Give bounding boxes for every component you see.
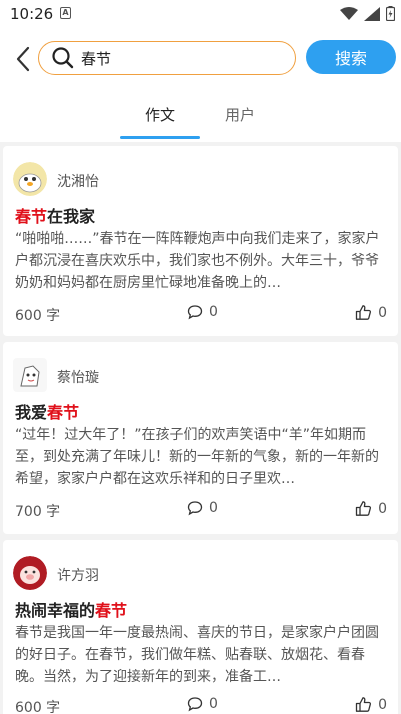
like-button[interactable]: 0 <box>355 696 387 713</box>
status-icons <box>340 6 395 21</box>
author-name[interactable]: 许方羽 <box>57 565 99 585</box>
author-avatar[interactable] <box>13 358 47 392</box>
comment-button[interactable]: 0 <box>187 696 218 712</box>
comment-button[interactable]: 0 <box>187 304 218 320</box>
article-footer: 600 字 0 0 <box>15 695 387 714</box>
tab-bar: 作文 用户 <box>0 90 401 142</box>
search-icon <box>52 47 74 69</box>
sim-icon: A <box>60 7 71 19</box>
like-button[interactable]: 0 <box>355 500 387 517</box>
article-title[interactable]: 我爱春节 <box>15 399 79 423</box>
word-count: 600 字 <box>15 700 61 714</box>
comment-icon <box>187 501 203 516</box>
like-count: 0 <box>378 500 387 517</box>
title-keyword-highlight: 春节 <box>47 403 80 422</box>
article-excerpt: “过年！过大年了！”在孩子们的欢声笑语中“羊”年如期而至，到处充满了年味儿！新的… <box>15 427 379 487</box>
thumbs-up-icon <box>355 305 372 320</box>
word-count: 700 字 <box>15 504 61 520</box>
battery-icon <box>386 6 395 21</box>
title-keyword-highlight: 春节 <box>15 207 48 226</box>
title-text: 我爱 <box>15 403 48 422</box>
article-excerpt: “啪啪啪……”春节在一阵阵鞭炮声中向我们走来了，家家户户都沉浸在喜庆欢乐中，我们… <box>15 231 380 291</box>
author-name[interactable]: 蔡怡璇 <box>57 367 99 387</box>
comment-icon <box>187 697 203 712</box>
article-footer: 700 字 0 0 <box>15 499 387 521</box>
search-input[interactable] <box>81 48 281 68</box>
word-count: 600 字 <box>15 308 61 324</box>
signal-icon <box>364 6 380 21</box>
like-count: 0 <box>378 304 387 321</box>
comment-button[interactable]: 0 <box>187 500 218 516</box>
author-avatar[interactable] <box>13 556 47 590</box>
search-button[interactable]: 搜索 <box>306 40 396 74</box>
wifi-icon <box>340 6 358 20</box>
chevron-left-icon <box>16 46 30 72</box>
article-card[interactable]: 蔡怡璇 我爱春节 “过年！过大年了！”在孩子们的欢声笑语中“羊”年如期而至，到处… <box>3 342 398 534</box>
article-footer: 600 字 0 0 <box>15 303 387 325</box>
thumbs-up-icon <box>355 501 372 516</box>
title-text: 在我家 <box>47 207 96 226</box>
like-count: 0 <box>378 696 387 713</box>
comment-count: 0 <box>209 696 218 712</box>
comment-count: 0 <box>209 500 218 516</box>
back-button[interactable] <box>10 44 36 74</box>
tab-essays[interactable]: 作文 <box>145 104 175 125</box>
article-excerpt: 春节是我国一年一度最热闹、喜庆的节日，是家家户户团圆的好日子。在春节，我们做年糕… <box>15 625 379 685</box>
author-avatar[interactable] <box>13 162 47 196</box>
title-text: 热闹幸福的 <box>15 601 96 620</box>
comment-count: 0 <box>209 304 218 320</box>
comment-icon <box>187 305 203 320</box>
search-header: 搜索 <box>0 28 401 90</box>
article-card[interactable]: 沈湘怡 春节在我家 “啪啪啪……”春节在一阵阵鞭炮声中向我们走来了，家家户户都沉… <box>3 146 398 336</box>
article-title[interactable]: 热闹幸福的春节 <box>15 597 127 621</box>
like-button[interactable]: 0 <box>355 304 387 321</box>
author-name[interactable]: 沈湘怡 <box>57 171 99 191</box>
status-bar: 10:26 A <box>0 0 401 28</box>
status-time: 10:26 <box>10 5 54 23</box>
article-title[interactable]: 春节在我家 <box>15 203 95 227</box>
tab-users[interactable]: 用户 <box>225 104 255 125</box>
title-keyword-highlight: 春节 <box>95 601 128 620</box>
thumbs-up-icon <box>355 697 372 712</box>
active-tab-indicator <box>120 136 200 139</box>
article-card[interactable]: 许方羽 热闹幸福的春节 春节是我国一年一度最热闹、喜庆的节日，是家家户户团圆的好… <box>3 540 398 714</box>
search-box[interactable] <box>38 41 296 75</box>
